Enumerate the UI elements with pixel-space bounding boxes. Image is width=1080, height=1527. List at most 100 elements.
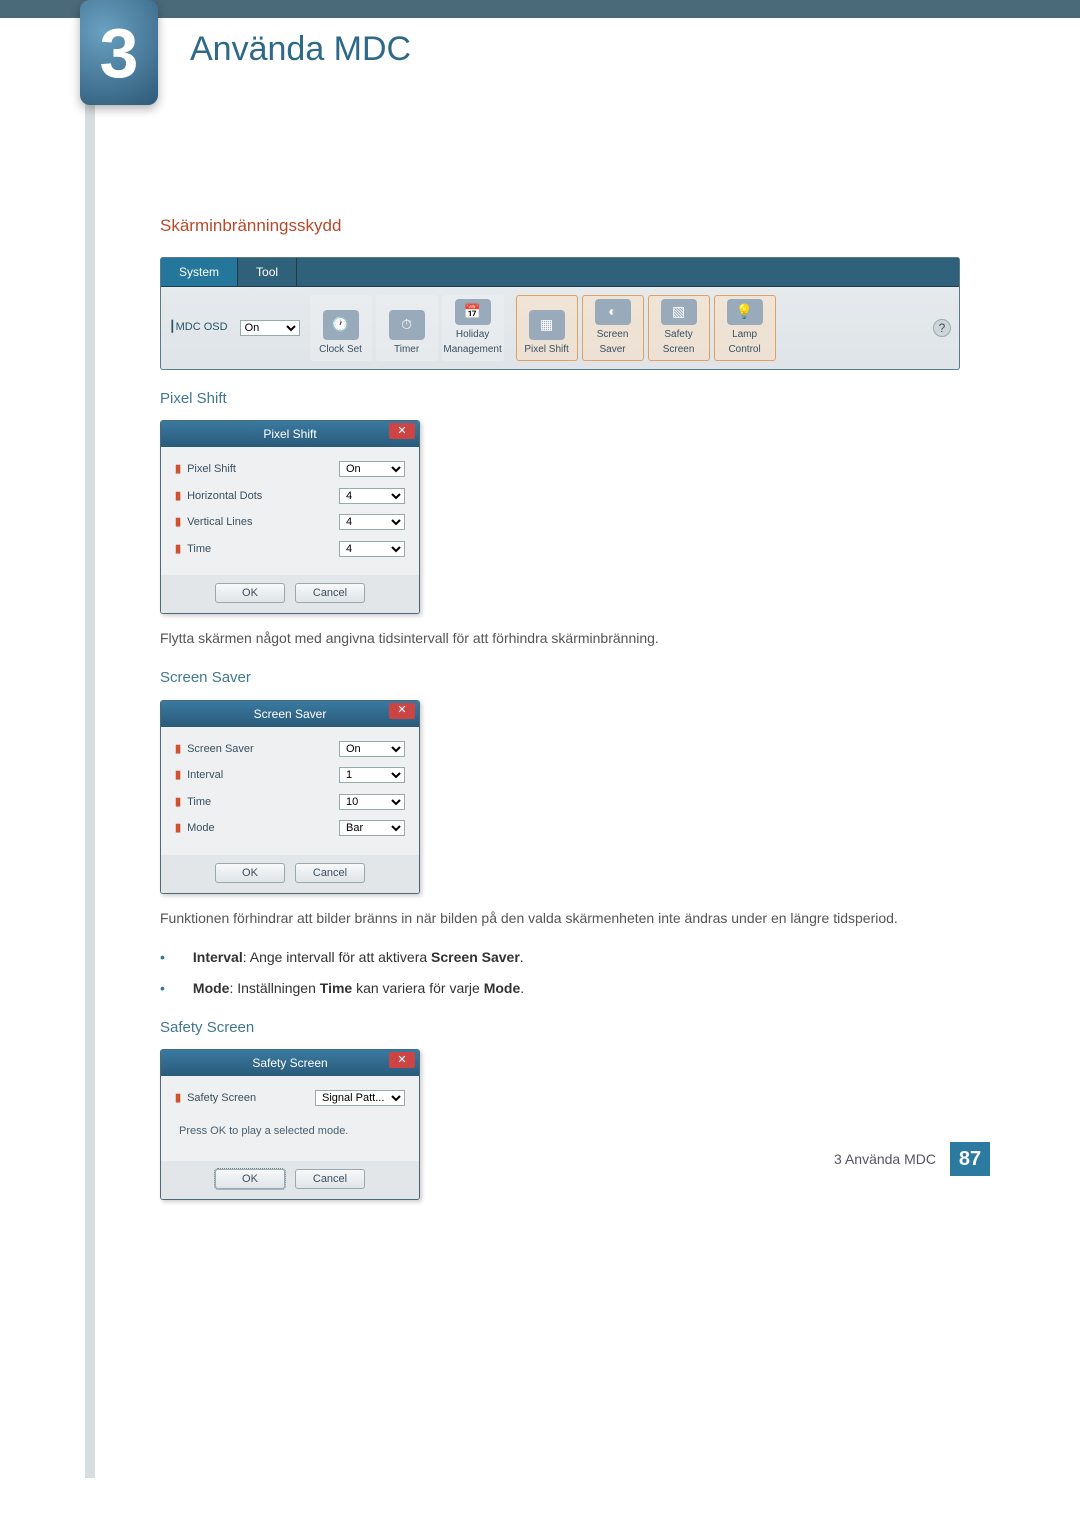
cancel-button[interactable]: Cancel (295, 863, 365, 883)
close-icon[interactable]: ✕ (389, 703, 415, 719)
dialog-row: ▮ Interval1 (175, 767, 405, 784)
screen-saver-dialog-title: Screen Saver ✕ (161, 701, 419, 727)
row-marker-icon: ▮ (175, 820, 181, 837)
row-marker-icon: ▮ (175, 741, 181, 758)
bullet-text: Interval: Ange intervall för att aktiver… (193, 947, 524, 968)
row-marker-icon: ▮ (175, 461, 181, 478)
dialog-row: ▮ Time4 (175, 541, 405, 558)
help-icon[interactable]: ? (933, 319, 951, 337)
row-label: Screen Saver (187, 741, 339, 758)
safety-screen-heading: Safety Screen (160, 1017, 990, 1040)
row-label: Interval (187, 767, 339, 784)
page-footer: 3 Använda MDC 87 (834, 1142, 990, 1176)
clock-icon: 🕐 (323, 310, 359, 340)
ok-button[interactable]: OK (215, 1169, 285, 1189)
row-marker-icon: ▮ (175, 514, 181, 531)
mdc-osd-select[interactable]: On (240, 320, 300, 336)
row-select[interactable]: On (339, 461, 405, 477)
chapter-badge: 3 (80, 0, 158, 105)
lamp-icon: 💡 (727, 299, 763, 325)
ok-button[interactable]: OK (215, 863, 285, 883)
toolbar-item-label: Screen Saver (585, 327, 641, 357)
toolbar-item-label: Timer (394, 342, 419, 357)
cancel-button[interactable]: Cancel (295, 1169, 365, 1189)
pixel-shift-icon: ▦ (529, 310, 565, 340)
pixel-shift-dialog-title: Pixel Shift ✕ (161, 421, 419, 447)
toolbar-item-holiday[interactable]: 📅Holiday Management (442, 295, 504, 361)
row-select[interactable]: 4 (339, 514, 405, 530)
screen-saver-description: Funktionen förhindrar att bilder bränns … (160, 908, 990, 929)
row-marker-icon: ▮ (175, 767, 181, 784)
toolbar-item-screen-saver[interactable]: ◐Screen Saver (582, 295, 644, 361)
system-tabs: System Tool (161, 258, 959, 287)
screen-saver-heading: Screen Saver (160, 667, 990, 690)
toolbar-group-a: 🕐 Clock Set ⏱ Timer 📅Holiday Management (308, 293, 506, 363)
row-marker-icon: ▮ (175, 794, 181, 811)
cancel-button[interactable]: Cancel (295, 583, 365, 603)
page-number: 87 (950, 1142, 990, 1176)
bullet-text: Mode: Inställningen Time kan variera för… (193, 978, 524, 999)
toolbar-item-pixel-shift[interactable]: ▦ Pixel Shift (516, 295, 578, 361)
safety-screen-body: ▮ Safety Screen Signal Patt... Press OK … (161, 1076, 419, 1161)
tab-system[interactable]: System (161, 258, 238, 286)
toolbar-item-safety-screen[interactable]: ▧Safety Screen (648, 295, 710, 361)
dialog-title-text: Pixel Shift (263, 427, 316, 441)
bullet-icon: • (160, 978, 165, 999)
dialog-row: ▮ Time10 (175, 794, 405, 811)
row-select[interactable]: 1 (339, 767, 405, 783)
close-icon[interactable]: ✕ (389, 1052, 415, 1068)
row-label: Safety Screen (187, 1090, 315, 1107)
pixel-shift-description: Flytta skärmen något med angivna tidsint… (160, 628, 990, 649)
dialog-row: ▮ Screen SaverOn (175, 741, 405, 758)
dialog-row: ▮ Vertical Lines4 (175, 514, 405, 531)
safety-screen-dialog-title: Safety Screen ✕ (161, 1050, 419, 1076)
row-label: Pixel Shift (187, 461, 339, 478)
row-label: Mode (187, 820, 339, 837)
row-label: Horizontal Dots (187, 488, 339, 505)
list-item: • Interval: Ange intervall för att aktiv… (160, 947, 990, 968)
row-marker-icon: ▮ (175, 541, 181, 558)
dialog-row: ▮ Safety Screen Signal Patt... (175, 1090, 405, 1107)
side-stripe (85, 18, 95, 1478)
row-marker-icon: ▮ (175, 488, 181, 505)
row-select[interactable]: 4 (339, 488, 405, 504)
system-panel: System Tool ┃MDC OSD On 🕐 Clock Set ⏱ Timer… (160, 257, 960, 370)
safety-screen-icon: ▧ (661, 299, 697, 325)
dialog-title-text: Screen Saver (254, 707, 327, 721)
mdc-osd-label: ┃MDC OSD (169, 319, 228, 336)
timer-icon: ⏱ (389, 310, 425, 340)
safety-screen-message: Press OK to play a selected mode. (175, 1117, 405, 1154)
dialog-row: ▮ Pixel ShiftOn (175, 461, 405, 478)
bullet-icon: • (160, 947, 165, 968)
row-select[interactable]: 10 (339, 794, 405, 810)
toolbar-item-lamp[interactable]: 💡Lamp Control (714, 295, 776, 361)
close-icon[interactable]: ✕ (389, 423, 415, 439)
screen-saver-bullets: • Interval: Ange intervall för att aktiv… (160, 947, 990, 999)
toolbar-item-label: Lamp Control (717, 327, 773, 357)
ok-button[interactable]: OK (215, 583, 285, 603)
tab-tool[interactable]: Tool (238, 258, 297, 286)
safety-screen-dialog: Safety Screen ✕ ▮ Safety Screen Signal P… (160, 1049, 420, 1200)
toolbar-group-b: ▦Pixel Shift◐Screen Saver▧Safety Screen💡… (514, 293, 778, 363)
toolbar-item-label: Pixel Shift (524, 342, 568, 357)
toolbar-item-label: Clock Set (319, 342, 362, 357)
toolbar-item-clock[interactable]: 🕐 Clock Set (310, 295, 372, 361)
row-label: Time (187, 541, 339, 558)
row-select[interactable]: Bar (339, 820, 405, 836)
row-select[interactable]: 4 (339, 541, 405, 557)
dialog-row: ▮ ModeBar (175, 820, 405, 837)
row-label: Vertical Lines (187, 514, 339, 531)
pixel-shift-dialog: Pixel Shift ✕ ▮Pixel ShiftOn▮Horizontal … (160, 420, 420, 614)
row-label: Time (187, 794, 339, 811)
section-heading: Skärminbränningsskydd (160, 213, 990, 239)
safety-screen-select[interactable]: Signal Patt... (315, 1090, 405, 1106)
pixel-shift-heading: Pixel Shift (160, 388, 990, 411)
row-select[interactable]: On (339, 741, 405, 757)
toolbar-item-label: Safety Screen (651, 327, 707, 357)
pixel-shift-body: ▮Pixel ShiftOn▮Horizontal Dots4▮Vertical… (161, 447, 419, 575)
row-marker-icon: ▮ (175, 1090, 181, 1107)
toolbar-item-timer[interactable]: ⏱ Timer (376, 295, 438, 361)
dialog-row: ▮ Horizontal Dots4 (175, 488, 405, 505)
dialog-title-text: Safety Screen (252, 1056, 327, 1070)
toolbar-item-label: Holiday Management (443, 327, 501, 357)
